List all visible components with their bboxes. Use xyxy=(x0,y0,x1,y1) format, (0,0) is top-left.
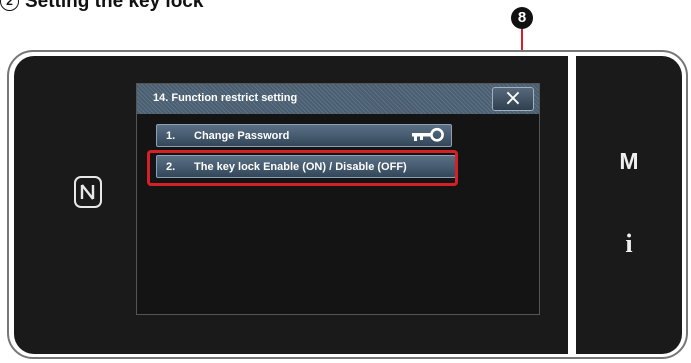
function-restrict-screen: 14. Function restrict setting × 1. Chang… xyxy=(136,83,540,315)
section-number: 2 xyxy=(0,0,19,11)
key-icon xyxy=(412,127,444,142)
info-button[interactable]: i xyxy=(604,226,654,262)
menu-m-button[interactable]: M xyxy=(604,144,654,178)
menu-item-change-password[interactable]: 1. Change Password xyxy=(156,124,452,147)
section-title: Setting the key lock xyxy=(25,0,204,12)
side-panel xyxy=(576,56,682,354)
nfc-icon xyxy=(74,176,102,208)
screen-title: 14. Function restrict setting xyxy=(153,92,298,104)
section-heading: 2 Setting the key lock xyxy=(0,0,203,13)
menu-item-number: 1. xyxy=(166,130,176,142)
close-button[interactable]: × xyxy=(492,87,534,111)
highlight-box xyxy=(147,150,458,186)
close-icon: × xyxy=(503,86,523,111)
screen-title-bar: 14. Function restrict setting × xyxy=(137,84,539,114)
callout-badge: 8 xyxy=(511,7,533,29)
menu-item-label: Change Password xyxy=(194,130,290,142)
